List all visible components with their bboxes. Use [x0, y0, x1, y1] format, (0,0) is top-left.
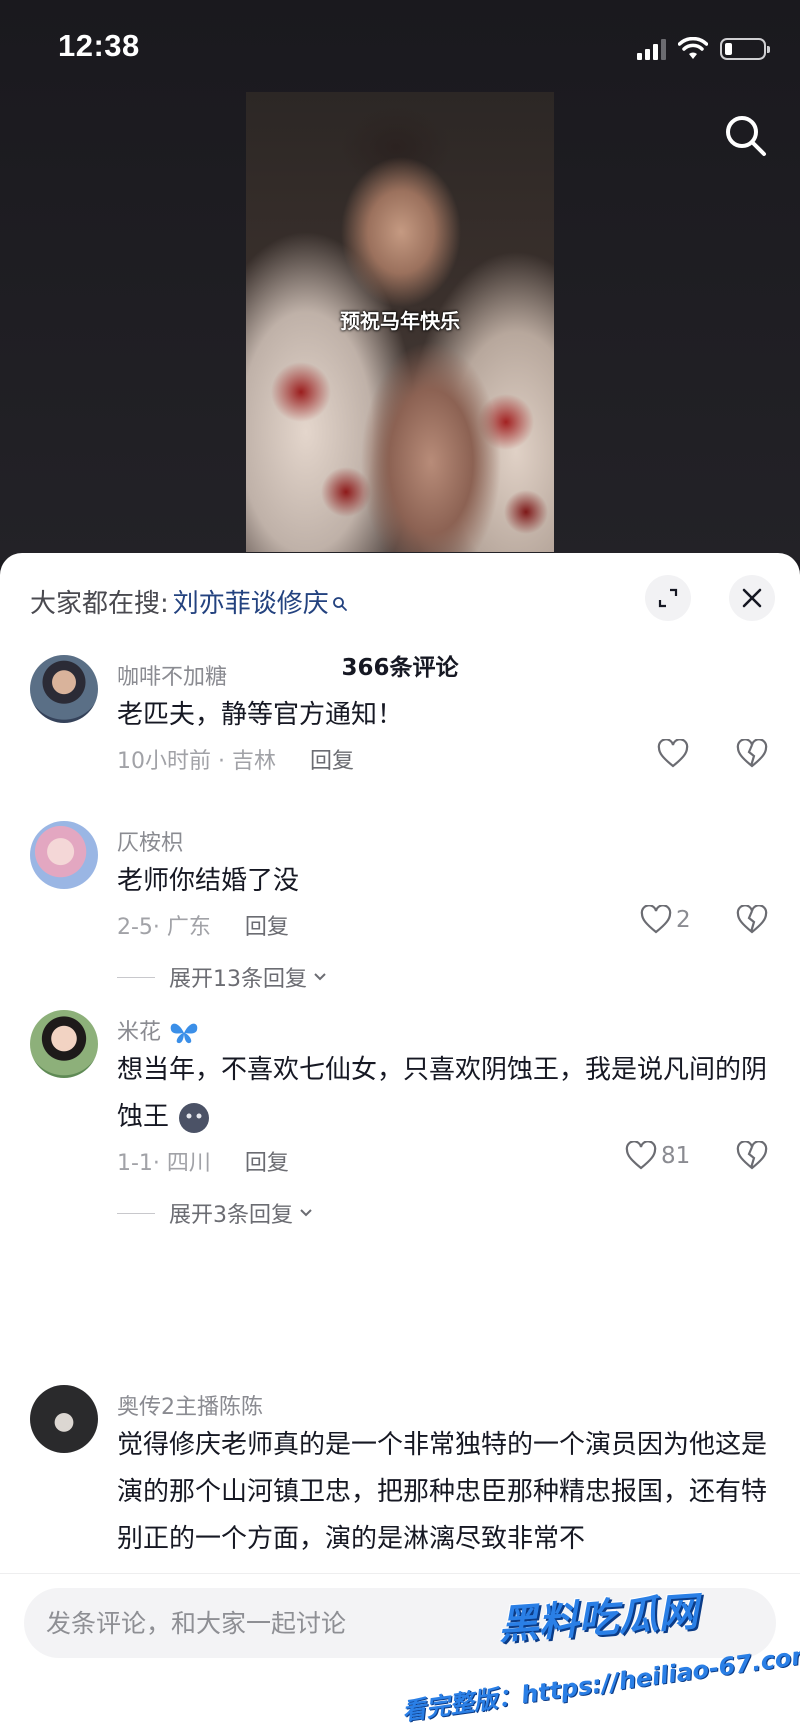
- status-time: 12:38: [58, 28, 140, 63]
- comment-username[interactable]: 奥传2主播陈陈: [117, 1389, 263, 1421]
- comment-item: 咖啡不加糖 老匹夫，静等官方通知！ 10小时前 · 吉林 回复: [0, 655, 800, 805]
- comment-meta: 1-1· 四川 回复: [117, 1145, 289, 1177]
- comment-meta: 2-5· 广东 回复: [117, 909, 289, 941]
- comment-username[interactable]: 仄桉枳: [117, 825, 183, 857]
- search-small-icon: [332, 597, 347, 611]
- search-icon: [726, 116, 766, 156]
- expand-icon: [658, 588, 678, 608]
- close-icon: [742, 588, 762, 608]
- search-suggestion[interactable]: 大家都在搜: 刘亦菲谈修庆: [30, 583, 348, 620]
- comment-sheet: 大家都在搜: 刘亦菲谈修庆 366条评论 咖啡不加糖 老匹夫，静等官方通知！ 1…: [0, 553, 800, 1733]
- expand-replies-button[interactable]: 展开13条回复: [117, 961, 329, 993]
- like-count: 2: [676, 907, 691, 933]
- like-button[interactable]: 2: [640, 905, 691, 935]
- broken-heart-icon: [736, 1140, 768, 1170]
- avatar[interactable]: [30, 1010, 98, 1078]
- dislike-button[interactable]: [736, 1140, 768, 1175]
- reply-button[interactable]: 回复: [310, 743, 354, 775]
- cellular-signal-icon: [637, 38, 666, 60]
- broken-heart-icon: [736, 738, 768, 768]
- chevron-down-icon: [300, 1209, 312, 1217]
- reply-button[interactable]: 回复: [245, 1145, 289, 1177]
- status-bar: 12:38: [0, 0, 800, 95]
- dislike-button[interactable]: [736, 904, 768, 939]
- comment-text: 老师你结婚了没: [117, 866, 300, 896]
- dislike-button[interactable]: [736, 738, 768, 773]
- comment-item: 奥传2主播陈陈 觉得修庆老师真的是一个非常独特的一个演员因为他这是演的那个山河镇…: [0, 1385, 800, 1585]
- search-suggestion-prefix: 大家都在搜:: [30, 589, 169, 619]
- emoji-icon: [179, 1102, 210, 1133]
- avatar[interactable]: [30, 655, 98, 723]
- butterfly-icon: [170, 1023, 198, 1044]
- expand-replies-label: 展开13条回复: [169, 967, 307, 992]
- heart-icon: [625, 1141, 657, 1170]
- wifi-icon: [678, 37, 708, 59]
- like-button[interactable]: [657, 739, 693, 769]
- like-button[interactable]: 81: [625, 1141, 690, 1171]
- video-caption: 预祝马年快乐: [340, 309, 460, 333]
- comment-username[interactable]: 咖啡不加糖: [117, 659, 227, 691]
- expand-button[interactable]: [645, 575, 691, 621]
- comment-input-bar: [0, 1573, 800, 1733]
- battery-icon: [720, 38, 770, 60]
- like-count: 81: [661, 1143, 691, 1169]
- comment-item: 仄桉枳 老师你结婚了没 2-5· 广东 回复 2 展开13条回复: [0, 821, 800, 1021]
- comment-username-row: 米花: [117, 1014, 200, 1046]
- avatar[interactable]: [30, 821, 98, 889]
- broken-heart-icon: [736, 904, 768, 934]
- status-icons: [637, 36, 770, 62]
- comment-text: 老匹夫，静等官方通知！: [117, 700, 404, 730]
- heart-icon: [657, 739, 689, 768]
- search-button[interactable]: [722, 112, 770, 160]
- comment-time-location: 1-1· 四川: [117, 1151, 211, 1176]
- comment-input-pill[interactable]: [24, 1588, 776, 1658]
- comment-meta: 10小时前 · 吉林 回复: [117, 743, 354, 775]
- video-thumbnail[interactable]: 预祝马年快乐: [246, 92, 554, 552]
- comment-text-block: 想当年，不喜欢七仙女，只喜欢阴蚀王，我是说凡间的阴蚀王: [117, 1047, 770, 1141]
- divider: [117, 1212, 155, 1214]
- reply-button[interactable]: 回复: [245, 909, 289, 941]
- avatar[interactable]: [30, 1385, 98, 1453]
- comment-time-location: 2-5· 广东: [117, 915, 211, 940]
- search-suggestion-query[interactable]: 刘亦菲谈修庆: [173, 583, 329, 620]
- comment-input[interactable]: [46, 1588, 486, 1658]
- expand-replies-button[interactable]: 展开3条回复: [117, 1197, 315, 1229]
- divider: [117, 976, 155, 978]
- expand-replies-label: 展开3条回复: [169, 1203, 293, 1228]
- comment-time-location: 10小时前 · 吉林: [117, 749, 276, 774]
- chevron-down-icon: [314, 973, 326, 981]
- comment-text: 觉得修庆老师真的是一个非常独特的一个演员因为他这是演的那个山河镇卫忠，把那种忠臣…: [117, 1430, 768, 1554]
- comment-text: 想当年，不喜欢七仙女，只喜欢阴蚀王，我是说凡间的阴蚀王: [117, 1055, 768, 1132]
- comment-item: 米花 想当年，不喜欢七仙女，只喜欢阴蚀王，我是说凡间的阴蚀王 1-1· 四川 回…: [0, 1010, 800, 1260]
- heart-icon: [640, 905, 672, 934]
- comment-username[interactable]: 米花: [117, 1020, 161, 1045]
- video-area: 12:38 预祝马年快乐: [0, 0, 800, 560]
- close-button[interactable]: [729, 575, 775, 621]
